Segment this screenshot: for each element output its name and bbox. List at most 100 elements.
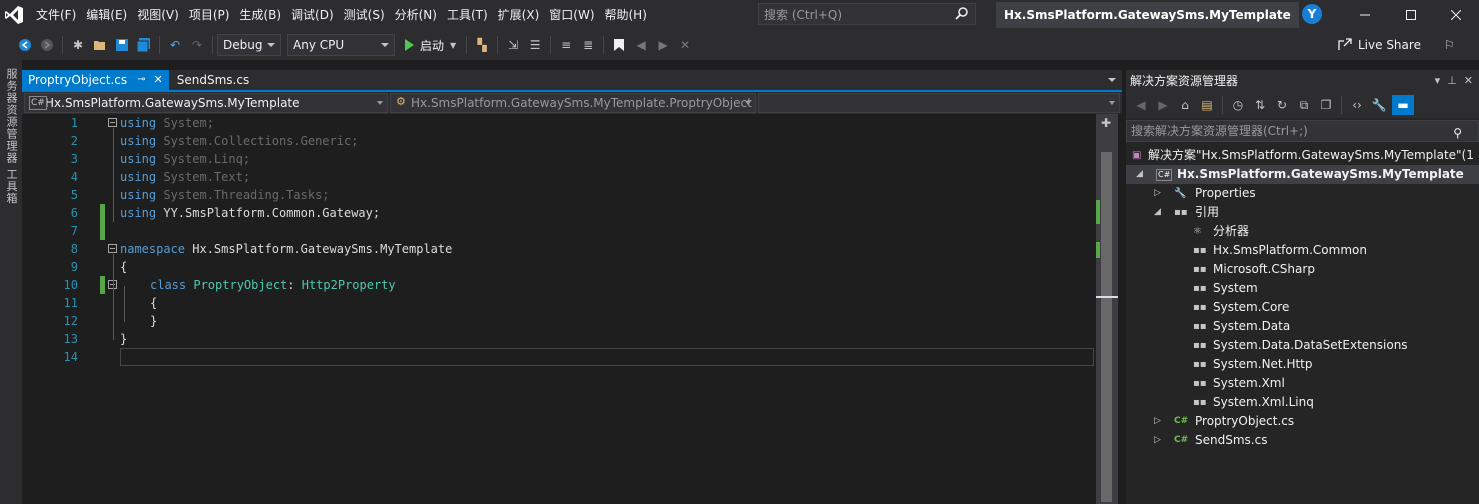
menu-file[interactable]: 文件(F): [36, 0, 86, 30]
preview-icon[interactable]: ▬: [1392, 95, 1414, 115]
collapse-all-icon[interactable]: ⧉: [1295, 96, 1313, 114]
solution-configuration-select[interactable]: Debug: [217, 34, 281, 56]
close-tab-icon[interactable]: ✕: [154, 70, 163, 90]
open-file-icon[interactable]: [91, 36, 109, 54]
tree-reference-item[interactable]: ▪▪ Microsoft.CSharp: [1126, 260, 1479, 279]
member-nav-dropdown[interactable]: [758, 93, 1120, 113]
quick-search-input[interactable]: 搜索 (Ctrl+Q): [758, 3, 976, 25]
show-all-files-icon[interactable]: ❐: [1317, 96, 1335, 114]
split-editor-icon[interactable]: ✚: [1098, 116, 1114, 130]
expanded-arrow-icon[interactable]: ◢: [1154, 203, 1161, 222]
menu-debug[interactable]: 调试(D): [291, 0, 344, 30]
new-project-icon[interactable]: ✱: [69, 36, 87, 54]
switch-views-icon[interactable]: ▤: [1198, 96, 1216, 114]
menu-test[interactable]: 测试(S): [344, 0, 395, 30]
chevron-down-icon[interactable]: ▼: [450, 41, 456, 50]
browser-link-icon[interactable]: ▚: [473, 36, 491, 54]
tab-overflow-icon[interactable]: [1108, 78, 1116, 82]
comment-icon[interactable]: ≡: [557, 36, 575, 54]
collapsed-arrow-icon[interactable]: ▷: [1154, 431, 1161, 450]
tree-reference-item[interactable]: ▪▪ System.Xml.Linq: [1126, 393, 1479, 412]
forward-icon[interactable]: [38, 36, 56, 54]
properties-wrench-icon[interactable]: 🔧: [1370, 96, 1388, 114]
menu-edit[interactable]: 编辑(E): [86, 0, 137, 30]
tree-reference-item[interactable]: ▪▪ System.Xml: [1126, 374, 1479, 393]
project-nav-dropdown[interactable]: C# Hx.SmsPlatform.GatewaySms.MyTemplate: [24, 93, 388, 113]
back-icon[interactable]: [16, 36, 34, 54]
back-icon[interactable]: ◀: [1132, 96, 1150, 114]
tree-project[interactable]: ◢ C# Hx.SmsPlatform.GatewaySms.MyTemplat…: [1126, 165, 1479, 184]
tab-proptryobject[interactable]: ProptryObject.cs ⊸ ✕: [22, 70, 169, 90]
forward-icon[interactable]: ▶: [1154, 96, 1172, 114]
collapsed-arrow-icon[interactable]: ▷: [1154, 184, 1161, 203]
pending-changes-icon[interactable]: ◷: [1229, 96, 1247, 114]
minimize-button[interactable]: [1342, 0, 1388, 30]
feedback-icon[interactable]: ⚐: [1444, 38, 1455, 52]
menu-view[interactable]: 视图(V): [137, 0, 189, 30]
tree-reference-item[interactable]: ▪▪ System.Data: [1126, 317, 1479, 336]
platform-value: Any CPU: [293, 38, 345, 52]
visual-studio-logo-icon[interactable]: [2, 0, 26, 30]
menu-build[interactable]: 生成(B): [239, 0, 291, 30]
undo-icon[interactable]: ↶: [166, 36, 184, 54]
live-share-button[interactable]: Live Share: [1338, 30, 1421, 60]
start-debugging-button[interactable]: 启动 ▼: [405, 37, 456, 54]
close-button[interactable]: [1433, 0, 1479, 30]
save-icon[interactable]: [113, 36, 131, 54]
pin-icon[interactable]: ⊸: [137, 70, 145, 90]
uncomment-icon[interactable]: ≣: [579, 36, 597, 54]
menu-extensions[interactable]: 扩展(X): [498, 0, 550, 30]
collapsed-arrow-icon[interactable]: ▷: [1154, 412, 1161, 431]
next-bookmark-icon[interactable]: ▶: [654, 36, 672, 54]
collapse-icon[interactable]: [108, 118, 117, 127]
save-all-icon[interactable]: [135, 36, 153, 54]
tree-reference-item[interactable]: ▪▪ System.Core: [1126, 298, 1479, 317]
toolbar-separator: [497, 36, 499, 54]
view-code-icon[interactable]: ‹›: [1348, 96, 1366, 114]
reference-icon: ▪▪: [1193, 264, 1207, 275]
analyzer-icon: ⚛: [1193, 226, 1202, 237]
server-explorer-toolbox-tab[interactable]: 服务器资源管理器 工具箱: [3, 68, 19, 205]
solution-platform-select[interactable]: Any CPU: [287, 34, 395, 56]
home-icon[interactable]: ⌂: [1176, 96, 1194, 114]
close-icon[interactable]: ✕: [1464, 74, 1473, 87]
maximize-button[interactable]: [1388, 0, 1434, 30]
tree-properties[interactable]: ▷ 🔧 Properties: [1126, 184, 1479, 203]
menu-window[interactable]: 窗口(W): [549, 0, 604, 30]
expanded-arrow-icon[interactable]: ◢: [1136, 165, 1143, 184]
line-number: 6: [70, 206, 78, 220]
tree-solution[interactable]: ▣ 解决方案"Hx.SmsPlatform.GatewaySms.MyTempl…: [1126, 146, 1479, 165]
clear-bookmarks-icon[interactable]: ✕: [676, 36, 694, 54]
type-nav-dropdown[interactable]: ⚙ Hx.SmsPlatform.GatewaySms.MyTemplate.P…: [390, 93, 756, 113]
editor-vertical-scrollbar[interactable]: [1096, 114, 1118, 504]
tree-references[interactable]: ◢ ▪▪ 引用: [1126, 203, 1479, 222]
tree-reference-item[interactable]: ▪▪ System: [1126, 279, 1479, 298]
tree-reference-item[interactable]: ▪▪ Hx.SmsPlatform.Common: [1126, 241, 1479, 260]
solution-explorer-search-input[interactable]: 搜索解决方案资源管理器(Ctrl+;) ⚲: [1126, 120, 1479, 142]
refresh-icon[interactable]: ↻: [1273, 96, 1291, 114]
tab-sendsms[interactable]: SendSms.cs: [169, 70, 257, 90]
code-editor[interactable]: 1 using System; 2 using System.Collectio…: [42, 114, 1096, 504]
search-icon[interactable]: ⚲: [1453, 123, 1462, 143]
user-avatar[interactable]: Y: [1302, 4, 1322, 24]
menu-analyze[interactable]: 分析(N): [395, 0, 447, 30]
step-into-icon[interactable]: ⇲: [504, 36, 522, 54]
window-menu-icon[interactable]: ▾: [1435, 74, 1441, 87]
menu-project[interactable]: 项目(P): [189, 0, 240, 30]
menu-tools[interactable]: 工具(T): [447, 0, 498, 30]
scrollbar-thumb[interactable]: [1101, 152, 1112, 502]
sync-icon[interactable]: ⇅: [1251, 96, 1269, 114]
line-number: 10: [63, 278, 78, 292]
tree-file[interactable]: ▷ C# SendSms.cs: [1126, 431, 1479, 450]
collapse-icon[interactable]: [108, 244, 117, 253]
tree-analyzer[interactable]: ⚛ 分析器: [1126, 222, 1479, 241]
pin-icon[interactable]: ⊥: [1447, 74, 1457, 87]
menu-help[interactable]: 帮助(H): [605, 0, 657, 30]
bookmark-icon[interactable]: [610, 36, 628, 54]
tree-file[interactable]: ▷ C# ProptryObject.cs: [1126, 412, 1479, 431]
prev-bookmark-icon[interactable]: ◀: [632, 36, 650, 54]
solution-icon[interactable]: ☰: [526, 36, 544, 54]
redo-icon[interactable]: ↷: [188, 36, 206, 54]
tree-reference-item[interactable]: ▪▪ System.Data.DataSetExtensions: [1126, 336, 1479, 355]
tree-reference-item[interactable]: ▪▪ System.Net.Http: [1126, 355, 1479, 374]
